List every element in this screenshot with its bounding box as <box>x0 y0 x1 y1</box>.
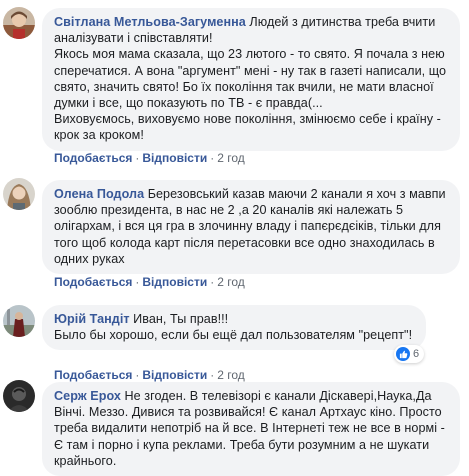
comment-line: Виховуємось, виховуємо нове покоління, з… <box>54 112 441 127</box>
like-link[interactable]: Подобається <box>54 275 132 289</box>
comment-line: того щоб колода карт після перетасовки в… <box>54 235 435 250</box>
comment-line: Є там і порно і купа реклами. Треба бути… <box>54 437 430 452</box>
comment-line: Юрій Тандіт Иван, Ты прав!!! <box>54 312 229 326</box>
separator-dot: · <box>210 368 215 382</box>
comment-line: думки і все, що показують по ТВ - є прав… <box>54 96 323 111</box>
avatar[interactable] <box>3 380 35 412</box>
comment-line: одних руках <box>54 251 125 266</box>
comment-timestamp[interactable]: 2 год <box>217 368 245 382</box>
comment-line: Якось моя мама сказала, що 23 лютого - т… <box>54 47 445 62</box>
comment-actions: Подобається · Відповісти · 2 год <box>54 275 245 289</box>
like-link[interactable]: Подобається <box>54 151 132 165</box>
comment-actions: Подобається · Відповісти · 2 год <box>54 151 245 165</box>
comment-line: свято, значить свято! Бо їх покоління та… <box>54 79 434 94</box>
comment-line: треба видалити непотріб на й все. В Інте… <box>54 421 445 436</box>
comment-author[interactable]: Юрій Тандіт <box>54 312 130 326</box>
comment-line: крайнього. <box>54 453 117 468</box>
like-reaction-icon <box>396 347 410 361</box>
comment-bubble: Світлана Метльова-Загуменна Людей з дити… <box>42 8 460 151</box>
comment-line: Серж Ерох Не згоден. В телевізорі є кана… <box>54 389 432 403</box>
separator-dot: · <box>210 275 215 289</box>
comment-timestamp[interactable]: 2 год <box>217 275 245 289</box>
separator-dot: · <box>135 151 140 165</box>
comment-line: Вінчі. Меззо. Дивися та розвивайся! Є ка… <box>54 405 442 420</box>
comment-author[interactable]: Світлана Метльова-Загуменна <box>54 15 246 29</box>
separator-dot: · <box>135 368 140 382</box>
comment-actions: Подобається · Відповісти · 2 год <box>54 368 245 382</box>
avatar[interactable] <box>3 178 35 210</box>
reaction-count: 6 <box>413 348 420 360</box>
comment-timestamp[interactable]: 2 год <box>217 151 245 165</box>
comment-line: крок за кроком! <box>54 128 144 143</box>
reply-link[interactable]: Відповісти <box>142 368 207 382</box>
comment-bubble: Юрій Тандіт Иван, Ты прав!!! Было бы хор… <box>42 305 426 351</box>
comment-line: Олена Подола Березовський казав маючи 2 … <box>54 187 446 201</box>
comment-line: аналізувати і співставляти! <box>54 31 213 46</box>
reply-link[interactable]: Відповісти <box>142 151 207 165</box>
comment-line: зооблю президента, в нас не 2 ,а 20 кана… <box>54 203 404 218</box>
reply-link[interactable]: Відповісти <box>142 275 207 289</box>
avatar[interactable] <box>3 7 35 39</box>
avatar[interactable] <box>3 305 35 337</box>
like-link[interactable]: Подобається <box>54 368 132 382</box>
comment-line: Было бы хорошо, если бы ещё дал пользова… <box>54 328 413 343</box>
separator-dot: · <box>210 151 215 165</box>
comment-author[interactable]: Олена Подола <box>54 187 144 201</box>
comment-bubble: Олена Подола Березовський казав маючи 2 … <box>42 180 460 275</box>
comment-author[interactable]: Серж Ерох <box>54 389 121 403</box>
comment-line: сперечатися. А вона "аргумент" мені - ну… <box>54 63 447 78</box>
comment-line: олігархам, і вся ця гра в злочинну владу… <box>54 219 441 234</box>
comment-bubble: Серж Ерох Не згоден. В телевізорі є кана… <box>42 382 460 476</box>
reaction-count-badge[interactable]: 6 <box>394 345 425 363</box>
separator-dot: · <box>135 275 140 289</box>
comment-line: Світлана Метльова-Загуменна Людей з дити… <box>54 15 436 29</box>
